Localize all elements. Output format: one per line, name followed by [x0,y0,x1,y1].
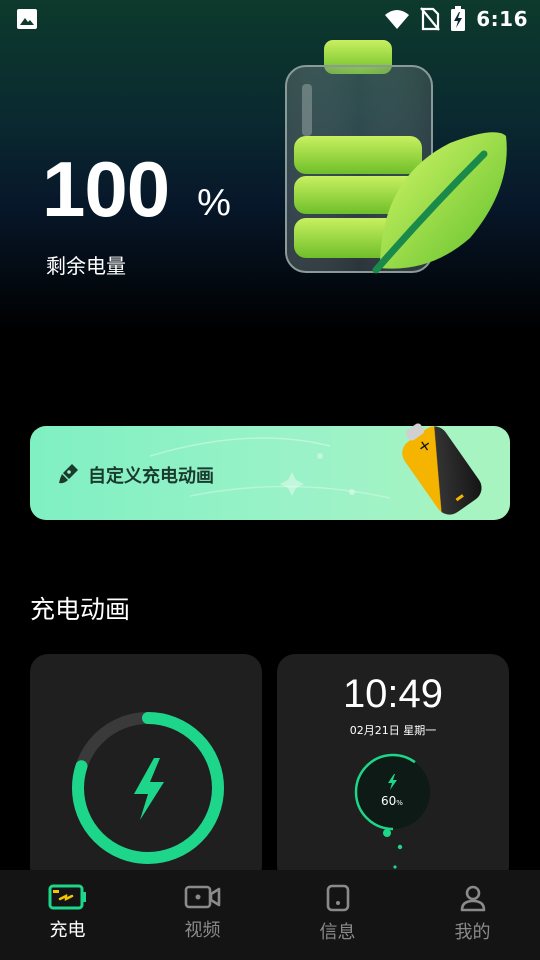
animation-preview-clock[interactable]: 10:49 02月21日 星期一 60% [277,654,509,884]
custom-animation-banner[interactable]: 自定义充电动画 + [30,423,510,520]
battery-percent-value: 100 [42,145,170,233]
gallery-icon [17,9,37,29]
status-time: 6:16 [476,7,528,31]
charging-icon [48,884,86,910]
custom-animation-label: 自定义充电动画 [88,466,214,487]
nav-label-video: 视频 [184,920,221,941]
bottom-navigation: 充电 视频 信息 我的 [0,870,540,960]
battery-leaf-illustration [285,40,507,274]
preview-percent: 60% [381,794,403,808]
animation-preview-ring[interactable] [30,654,262,884]
wifi-icon [385,10,410,29]
preview-percent-suffix: % [396,799,403,807]
battery-level: 100 % [42,150,231,228]
lightning-bolt-icon [134,758,164,820]
charging-ring [72,712,224,864]
section-title: 充电动画 [30,595,131,624]
nav-label-charging: 充电 [49,920,86,941]
nav-item-info[interactable]: 信息 [270,870,405,960]
nav-item-profile[interactable]: 我的 [405,870,540,960]
nav-label-profile: 我的 [454,922,491,943]
battery-percent-unit: % [197,182,231,224]
battery-illustration: + [402,423,482,515]
status-bar: 6:16 [0,0,540,38]
status-icons: 6:16 [384,6,528,32]
preview-percent-value: 60 [381,794,397,808]
paint-brush-icon [59,464,78,484]
remaining-battery-label: 剩余电量 [46,254,126,278]
nav-label-info: 信息 [319,922,356,943]
mini-charging-ring [354,753,432,869]
profile-icon [460,885,485,912]
nav-item-charging[interactable]: 充电 [0,870,135,960]
video-icon [184,885,220,909]
battery-charging-icon [451,6,466,31]
nav-item-video[interactable]: 视频 [135,870,270,960]
phone-info-icon [326,884,349,912]
no-sim-icon [420,7,441,31]
